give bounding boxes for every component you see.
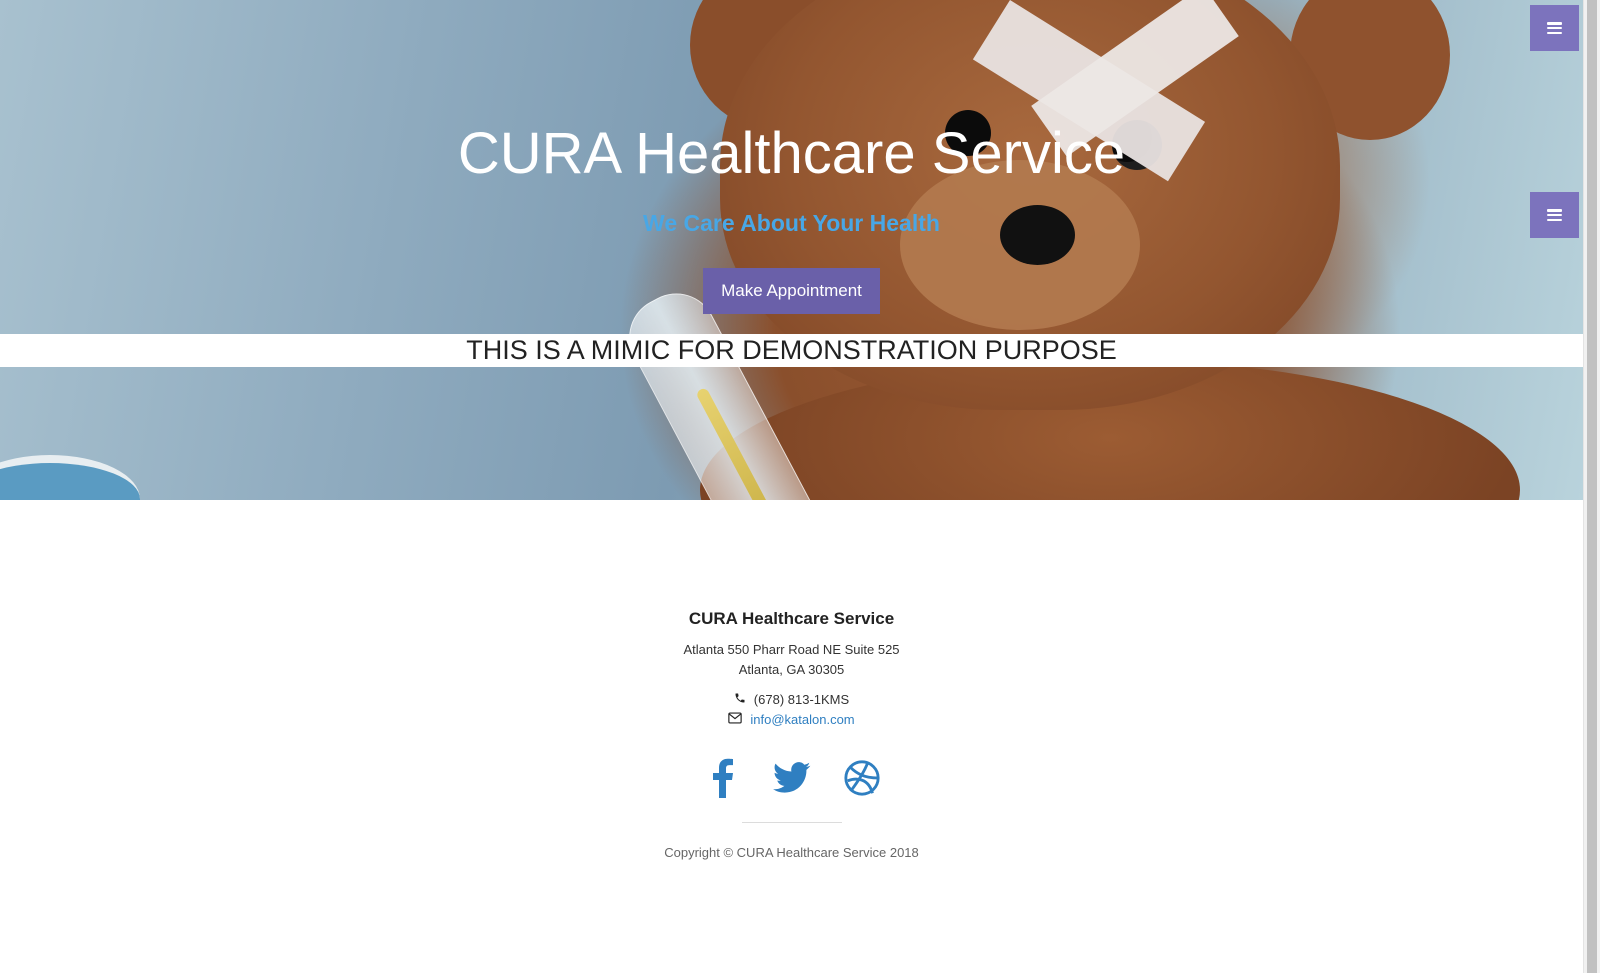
hamburger-icon [1547,209,1562,221]
make-appointment-button[interactable]: Make Appointment [703,268,880,314]
hero-section: CURA Healthcare Service We Care About Yo… [0,0,1583,500]
facebook-icon[interactable] [702,758,742,798]
footer-address-line2: Atlanta, GA 30305 [738,662,845,677]
footer-phone-number: (678) 813-1KMS [753,692,850,707]
hero-title: CURA Healthcare Service [457,121,1126,186]
hero-background-cloth [0,455,140,500]
footer-phone: (678) 813-1KMS [0,692,1583,707]
hamburger-icon [1547,22,1562,34]
menu-toggle-button[interactable] [1530,5,1579,51]
scrollbar-thumb[interactable] [1587,0,1597,973]
social-links [0,758,1583,798]
footer-divider [742,822,842,823]
hero-subtitle: We Care About Your Health [643,210,940,236]
page: CURA Healthcare Service We Care About Yo… [0,0,1583,973]
thermometer-scale [695,386,772,500]
footer: CURA Healthcare Service Atlanta 550 Phar… [0,500,1583,973]
phone-icon [734,692,746,707]
footer-title: CURA Healthcare Service [688,609,895,628]
footer-email-link[interactable]: info@katalon.com [750,712,854,727]
twitter-icon[interactable] [772,758,812,798]
copyright-text: Copyright © CURA Healthcare Service 2018 [664,845,919,860]
menu-toggle-button[interactable] [1530,192,1579,238]
footer-email: info@katalon.com [0,712,1583,727]
demo-banner: THIS IS A MIMIC FOR DEMONSTRATION PURPOS… [0,334,1583,367]
envelope-icon [728,712,743,727]
footer-address-line1: Atlanta 550 Pharr Road NE Suite 525 [683,642,900,657]
dribbble-icon[interactable] [842,758,882,798]
vertical-scrollbar[interactable] [1583,0,1600,973]
